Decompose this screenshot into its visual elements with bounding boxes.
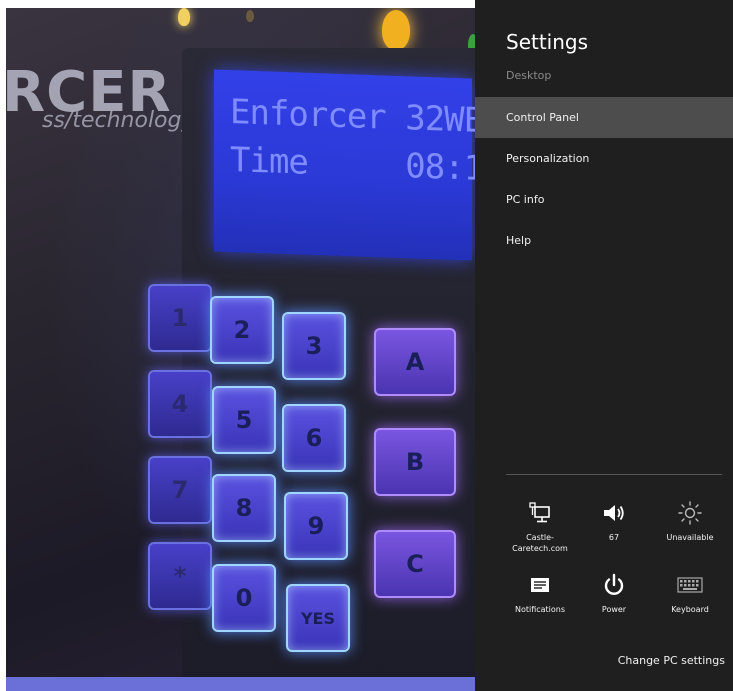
volume-tile[interactable]: 67 xyxy=(579,500,649,543)
brightness-icon xyxy=(678,501,702,525)
menu-item-personalization[interactable]: Personalization xyxy=(475,138,733,179)
keyboard-tile-label: Keyboard xyxy=(671,605,709,614)
network-tile-label: Castle- Caretech.com xyxy=(512,533,568,553)
quick-settings-divider xyxy=(506,474,722,475)
power-icon xyxy=(604,573,624,595)
settings-charm-pane: Settings Desktop Control Panel Personali… xyxy=(475,0,733,691)
keypad-key: 4 xyxy=(148,370,212,438)
network-icon xyxy=(529,502,550,523)
keypad-key: YES xyxy=(286,584,350,652)
taskbar-edge xyxy=(6,677,475,691)
keypad-key: 1 xyxy=(148,284,212,352)
keypad-key: * xyxy=(148,542,212,610)
keypad-key: 5 xyxy=(212,386,276,454)
keypad-key: 8 xyxy=(212,474,276,542)
lcd-line-1: Enforcer 32WE xyxy=(230,92,475,141)
keypad-key: 2 xyxy=(210,296,274,364)
menu-item-pc-info[interactable]: PC info xyxy=(475,179,733,220)
lcd-line-2: Time 08:1I xyxy=(230,140,475,190)
notifications-tile-label: Notifications xyxy=(514,605,566,614)
network-tile[interactable]: Castle- Caretech.com xyxy=(505,500,575,554)
settings-menu: Control Panel Personalization PC info He… xyxy=(475,97,733,261)
brightness-tile-label: Unavailable xyxy=(666,533,714,542)
brightness-tile[interactable]: Unavailable xyxy=(655,500,725,543)
keypad-key: B xyxy=(374,428,456,496)
volume-tile-label: 67 xyxy=(608,533,620,542)
menu-item-help[interactable]: Help xyxy=(475,220,733,261)
keyboard-tile[interactable]: Keyboard xyxy=(655,572,725,615)
desktop-background-photo: RCER ss/technology Enforcer 32WE Time 08… xyxy=(6,8,475,691)
alarm-panel-lcd: Enforcer 32WE Time 08:1I xyxy=(214,69,475,261)
keypad-key: 3 xyxy=(282,312,346,380)
keypad-key: C xyxy=(374,530,456,598)
keypad-key: 7 xyxy=(148,456,212,524)
pane-title: Settings xyxy=(506,30,589,54)
menu-item-control-panel[interactable]: Control Panel xyxy=(475,97,733,138)
notifications-tile[interactable]: Notifications xyxy=(505,572,575,615)
brand-logo-tagline: ss/technology xyxy=(42,108,195,133)
pane-subtitle: Desktop xyxy=(506,69,552,82)
change-pc-settings-link[interactable]: Change PC settings xyxy=(618,654,725,667)
keypad-key: 0 xyxy=(212,564,276,632)
keyboard-icon xyxy=(677,577,703,593)
keypad-key: 6 xyxy=(282,404,346,472)
keypad-key: A xyxy=(374,328,456,396)
keypad-key: 9 xyxy=(284,492,348,560)
power-tile-label: Power xyxy=(601,605,627,614)
volume-icon xyxy=(604,505,624,521)
notifications-icon xyxy=(531,578,549,592)
power-tile[interactable]: Power xyxy=(579,572,649,615)
